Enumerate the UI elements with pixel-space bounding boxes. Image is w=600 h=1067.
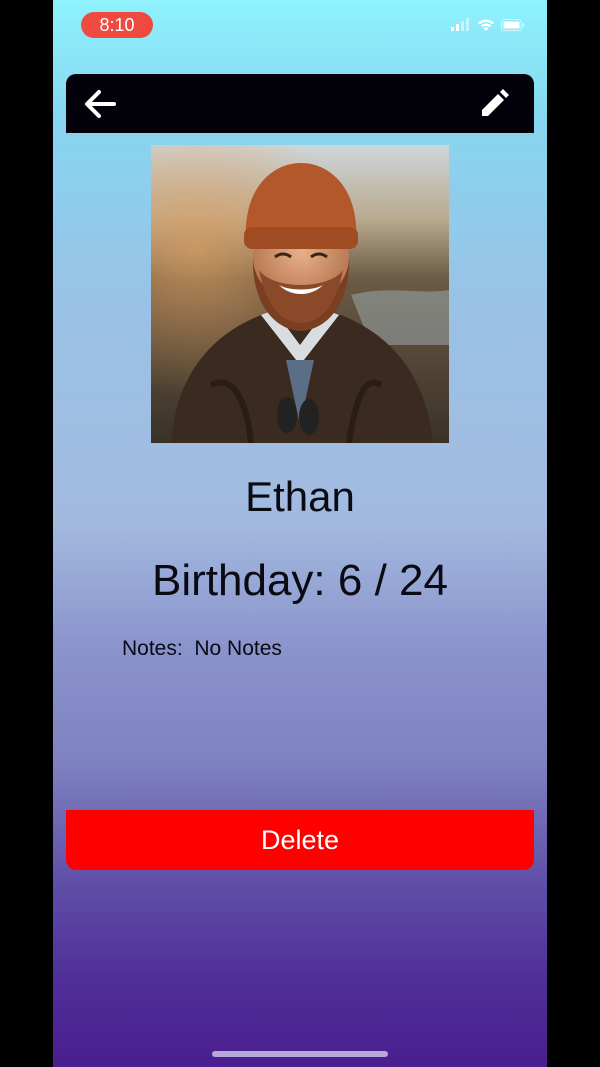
back-button[interactable] bbox=[80, 84, 120, 124]
battery-icon bbox=[501, 19, 525, 31]
portrait-image bbox=[151, 145, 449, 443]
status-icons bbox=[435, 18, 525, 38]
contact-photo bbox=[151, 145, 449, 443]
status-bar: 8:10 bbox=[53, 0, 547, 52]
cellular-signal-icon bbox=[451, 18, 469, 31]
contact-notes: Notes: No Notes bbox=[122, 637, 282, 660]
home-indicator[interactable] bbox=[212, 1051, 388, 1057]
pencil-icon bbox=[482, 89, 509, 116]
arrow-left-icon bbox=[85, 90, 116, 118]
contact-card: Ethan Birthday: 6 / 24 Notes: No Notes D… bbox=[66, 74, 534, 870]
delete-button[interactable]: Delete bbox=[66, 810, 534, 870]
contact-name: Ethan bbox=[245, 473, 355, 520]
phone-screen: 8:10 Ethan Birthday: 6 / 24 Notes: No No… bbox=[53, 0, 547, 1067]
edit-button[interactable] bbox=[474, 84, 514, 124]
card-header bbox=[66, 74, 534, 133]
wifi-icon bbox=[478, 19, 494, 31]
contact-birthday: Birthday: 6 / 24 bbox=[152, 556, 448, 605]
status-time[interactable]: 8:10 bbox=[81, 12, 153, 38]
